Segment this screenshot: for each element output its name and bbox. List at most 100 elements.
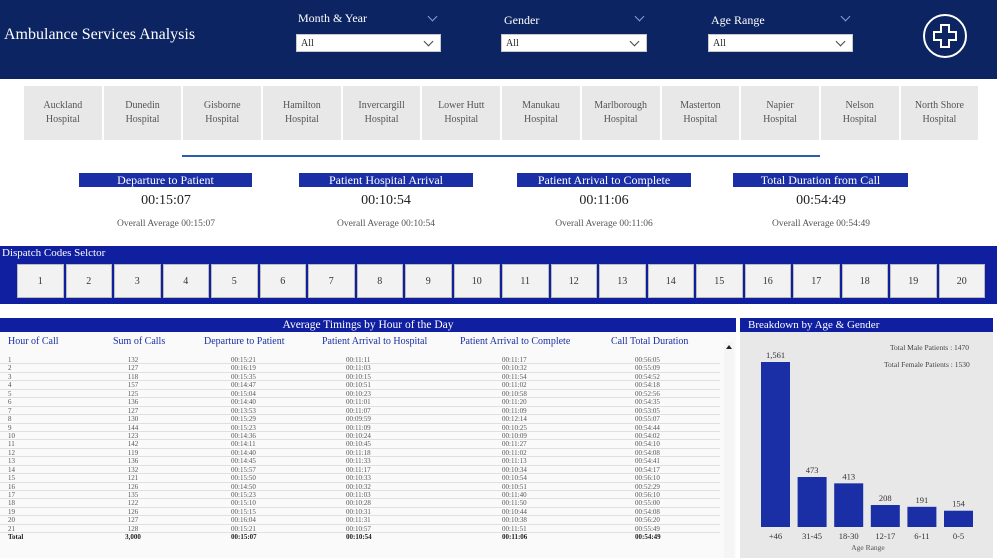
table-cell: 00:11:50	[502, 499, 527, 508]
ambulance-cross-icon	[923, 14, 967, 58]
hospital-slicer-item[interactable]: Marlborough Hospital	[581, 86, 660, 140]
dispatch-code-button[interactable]: 5	[211, 264, 258, 298]
table-row: 10 123 00:14:36 00:10:24 00:10:09 00:54:02	[0, 431, 720, 441]
table-cell: 142	[127, 440, 139, 449]
kpi-average-departure: Overall Average 00:15:07	[117, 219, 215, 229]
table-cell: 00:11:33	[346, 457, 371, 466]
dispatch-code-button[interactable]: 12	[550, 264, 597, 298]
table-cell: 119	[127, 448, 139, 457]
table-cell: 00:10:28	[346, 499, 371, 508]
column-header[interactable]: Hour of Call	[8, 336, 59, 347]
table-cell: 00:14:47	[231, 381, 256, 390]
table-cell: 00:10:38	[502, 516, 527, 525]
chart-bar[interactable]	[834, 483, 864, 527]
chart-tick-label: 18-30	[839, 531, 859, 541]
dispatch-code-button[interactable]: 11	[502, 264, 549, 298]
chart-bar[interactable]	[907, 506, 937, 527]
table-cell: 00:10:25	[502, 423, 527, 432]
table-cell: 00:14:45	[231, 457, 256, 466]
hospital-slicer-item[interactable]: Manukau Hospital	[502, 86, 580, 140]
table-cell: 10	[8, 431, 15, 440]
table-header: Hour of Call Sum of Calls Departure to P…	[0, 336, 736, 356]
table-cell: 00:14:40	[231, 398, 256, 407]
table-cell: 00:54:35	[635, 398, 660, 407]
dispatch-code-button[interactable]: 7	[308, 264, 355, 298]
dispatch-code-button[interactable]: 6	[259, 264, 306, 298]
hospital-slicer-item[interactable]: Invercargill Hospital	[342, 86, 421, 140]
table-row: 21 128 00:15:21 00:10:57 00:11:51 00:55:49	[0, 524, 720, 534]
dispatch-code-button[interactable]: 13	[599, 264, 646, 298]
hospital-slicer-item[interactable]: Dunedin Hospital	[103, 86, 182, 140]
age-range-dropdown[interactable]: All	[708, 34, 853, 52]
app-title: Ambulance Services Analysis	[4, 26, 196, 43]
table-cell: 00:56:10	[635, 491, 660, 499]
dispatch-code-button[interactable]: 17	[793, 264, 840, 298]
dispatch-code-button[interactable]: 3	[114, 264, 161, 298]
table-cell: 00:54:44	[635, 423, 660, 432]
table-cell: 00:14:40	[231, 448, 256, 457]
table-cell: 144	[127, 423, 139, 432]
table-cell: 00:54:08	[635, 507, 660, 516]
gender-dropdown[interactable]: All	[501, 34, 647, 52]
chart-data-label: 154	[952, 499, 966, 509]
table-cell: 00:11:09	[502, 406, 527, 415]
month-year-dropdown[interactable]: All	[296, 34, 441, 52]
table-cell: 121	[127, 474, 139, 483]
dispatch-code-button[interactable]: 1	[17, 264, 64, 298]
table-row: 2 127 00:16:19 00:11:03 00:10:32 00:55:09	[0, 364, 720, 373]
kpi-value-hospital-arrival: 00:10:54	[361, 193, 411, 208]
table-cell: 00:11:51	[502, 524, 527, 533]
dispatch-codes-title: Dispatch Codes Selctor	[2, 247, 106, 259]
chart-bar[interactable]	[944, 510, 973, 527]
chart-bar[interactable]	[797, 477, 827, 527]
table-cell: 00:56:05	[635, 356, 660, 364]
table-cell: 136	[127, 398, 139, 407]
chart-data-label: 191	[916, 495, 929, 505]
dispatch-code-button[interactable]: 19	[890, 264, 937, 298]
table-cell: 00:53:05	[635, 406, 660, 415]
table-cell: Total	[8, 533, 24, 542]
column-header[interactable]: Call Total Duration	[611, 336, 688, 347]
kpi-average-hospital-arrival: Overall Average 00:10:54	[337, 219, 435, 229]
column-header[interactable]: Patient Arrival to Complete	[460, 336, 570, 347]
table-cell: 00:10:54	[346, 533, 372, 542]
dispatch-code-button[interactable]: 15	[696, 264, 743, 298]
dispatch-code-button[interactable]: 4	[162, 264, 209, 298]
column-header[interactable]: Departure to Patient	[204, 336, 285, 347]
kpi-title-arrival-complete: Patient Arrival to Complete	[517, 173, 691, 187]
table-cell: 5	[8, 389, 12, 398]
dispatch-code-button[interactable]: 9	[405, 264, 452, 298]
kpi-value-arrival-complete: 00:11:06	[579, 193, 629, 208]
table-cell: 00:11:03	[346, 491, 371, 499]
table-cell: 00:11:54	[502, 372, 527, 381]
dispatch-code-button[interactable]: 20	[938, 264, 985, 298]
column-header[interactable]: Patient Arrival to Hospital	[322, 336, 427, 347]
chart-bar[interactable]	[761, 362, 790, 527]
dispatch-code-button[interactable]: 16	[744, 264, 791, 298]
hospital-slicer-item[interactable]: Gisborne Hospital	[183, 86, 262, 140]
table-row: 9 144 00:15:23 00:11:09 00:10:25 00:54:44	[0, 424, 720, 432]
hospital-slicer-item[interactable]: Nelson Hospital	[820, 86, 899, 140]
dispatch-code-button[interactable]: 8	[356, 264, 403, 298]
column-header[interactable]: Sum of Calls	[113, 336, 165, 347]
filter-label-month-year: Month & Year	[298, 11, 368, 25]
chart-data-label: 1,561	[766, 350, 785, 360]
dispatch-code-button[interactable]: 14	[647, 264, 694, 298]
hospital-slicer-item[interactable]: North Shore Hospital	[900, 86, 979, 140]
hospital-slicer-item[interactable]: Napier Hospital	[741, 86, 819, 140]
chart-bar[interactable]	[870, 505, 900, 527]
table-row: 18 122 00:15:10 00:10:28 00:11:50 00:55:00	[0, 499, 720, 508]
table-cell: 00:15:57	[231, 465, 256, 474]
table-cell: 132	[127, 356, 139, 364]
dispatch-code-button[interactable]: 2	[65, 264, 112, 298]
table-row: 8 130 00:15:29 00:09:59 00:12:14 00:55:07	[0, 415, 720, 424]
table-scrollbar[interactable]	[724, 342, 734, 558]
table-cell: 4	[8, 381, 12, 390]
hospital-slicer-item[interactable]: Auckland Hospital	[24, 86, 102, 140]
dispatch-code-button[interactable]: 18	[841, 264, 888, 298]
hospital-slicer-item[interactable]: Lower Hutt Hospital	[422, 86, 501, 140]
hospital-slicer-item[interactable]: Hamilton Hospital	[263, 86, 341, 140]
dispatch-code-button[interactable]: 10	[453, 264, 500, 298]
table-cell: 00:54:02	[635, 431, 660, 440]
hospital-slicer-item[interactable]: Masterton Hospital	[661, 86, 740, 140]
